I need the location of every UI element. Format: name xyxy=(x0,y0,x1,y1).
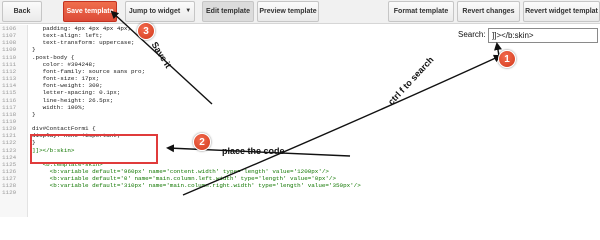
annotation-arrows xyxy=(110,10,502,196)
step-2-badge: 2 xyxy=(193,133,211,151)
arrow-to-search xyxy=(182,54,502,196)
step-3-badge: 3 xyxy=(137,22,155,40)
step-1-badge: 1 xyxy=(498,50,516,68)
place-code-note: place the code xyxy=(222,146,285,156)
